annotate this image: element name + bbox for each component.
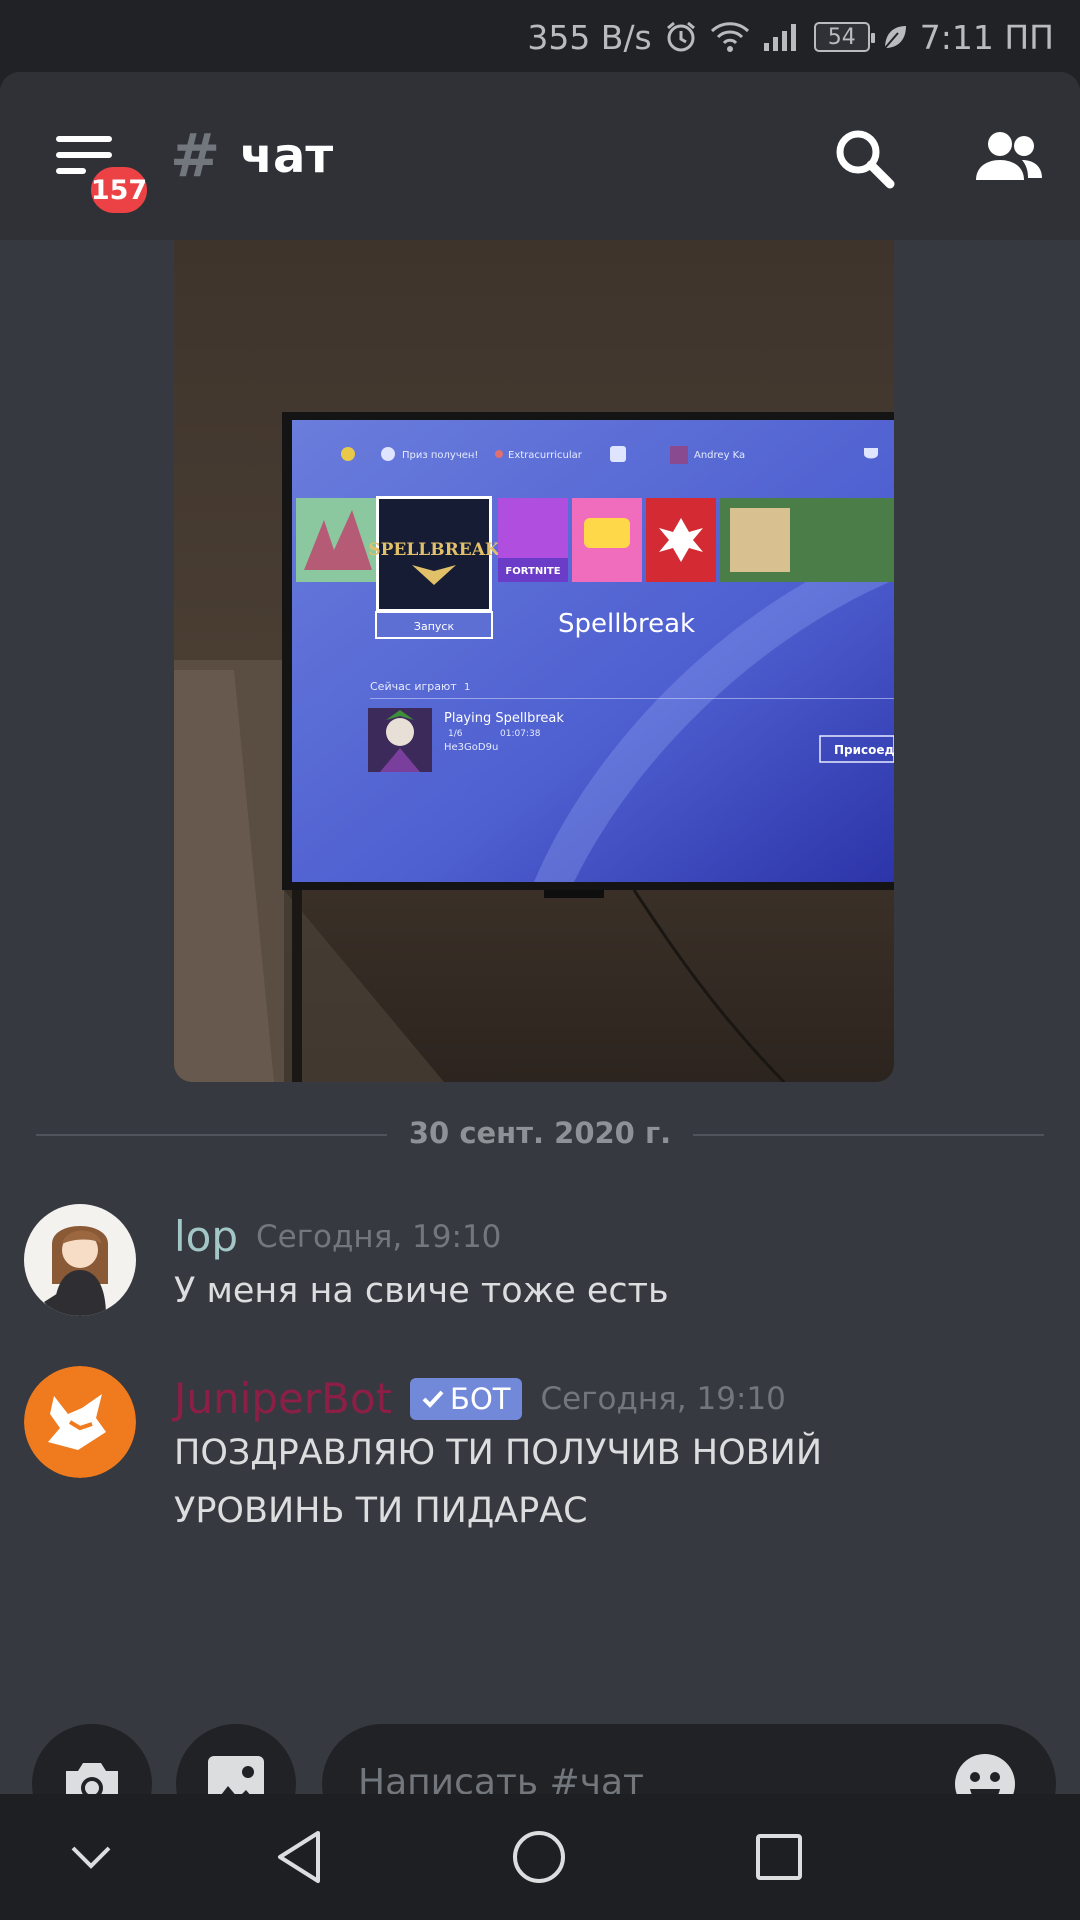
bot-tag: БОТ bbox=[410, 1377, 523, 1420]
message-header: JuniperBot БОТ Сегодня, 19:10 bbox=[174, 1374, 786, 1423]
network-speed: 355 B/s bbox=[527, 17, 652, 57]
bot-tag-label: БОТ bbox=[450, 1381, 511, 1416]
spellbreak-logo: SPELLBREAK bbox=[368, 540, 501, 560]
username[interactable]: lop bbox=[174, 1212, 238, 1261]
now-playing-label: Сейчас играют bbox=[370, 680, 457, 693]
message-text-line: ПОЗДРАВЛЯЮ ТИ ПОЛУЧИВ НОВИЙ bbox=[174, 1433, 823, 1473]
status-icons: 355 B/s 54 7:11 ПП bbox=[527, 14, 1054, 60]
username[interactable]: JuniperBot bbox=[174, 1374, 392, 1423]
fortnite-label: FORTNITE bbox=[505, 566, 560, 577]
alarm-icon bbox=[664, 20, 698, 54]
date-divider-label: 30 сент. 2020 г. bbox=[386, 1116, 694, 1150]
system-nav-bar bbox=[0, 1794, 1080, 1920]
message-item[interactable]: lop Сегодня, 19:10 У меня на свиче тоже … bbox=[24, 1204, 1064, 1324]
message-text-line: УРОВИНЬ ТИ ПИДАРАС bbox=[174, 1491, 588, 1531]
wifi-icon bbox=[710, 21, 750, 53]
message-input[interactable]: Написать #чат bbox=[322, 1724, 1056, 1794]
image-attachment[interactable]: Приз получен! Extracurricular Andrey Ka … bbox=[174, 240, 894, 1082]
join-button-label: Присоеди bbox=[834, 743, 894, 757]
chevron-down-icon[interactable] bbox=[58, 1824, 124, 1890]
search-icon[interactable] bbox=[832, 126, 896, 190]
status-bar: 355 B/s 54 7:11 ПП bbox=[0, 0, 1080, 72]
chat-screen: 157 # чат Приз получен! Extracurricular … bbox=[0, 72, 1080, 1794]
timestamp: Сегодня, 19:10 bbox=[540, 1380, 786, 1417]
emoji-icon[interactable] bbox=[954, 1753, 1016, 1794]
clock-time: 7:11 ПП bbox=[919, 17, 1054, 57]
members-icon[interactable] bbox=[972, 128, 1044, 188]
unread-badge: 157 bbox=[86, 162, 152, 218]
camera-icon bbox=[66, 1763, 118, 1794]
date-divider: 30 сент. 2020 г. bbox=[36, 1112, 1044, 1156]
channel-title: чат bbox=[240, 128, 334, 184]
tv-menu-item: Приз получен! bbox=[402, 450, 478, 461]
avatar[interactable] bbox=[24, 1204, 136, 1316]
channel-header: 157 # чат bbox=[0, 72, 1080, 240]
playing-party: 1/6 bbox=[448, 729, 463, 739]
image-icon bbox=[208, 1756, 264, 1794]
now-playing-count: 1 bbox=[464, 682, 470, 693]
playing-title: Playing Spellbreak bbox=[444, 711, 564, 726]
camera-button[interactable] bbox=[32, 1724, 152, 1794]
message-composer: Написать #чат bbox=[0, 1646, 1080, 1794]
back-icon[interactable] bbox=[266, 1824, 332, 1890]
gallery-button[interactable] bbox=[176, 1724, 296, 1794]
checkmark-icon bbox=[422, 1390, 444, 1408]
bot-avatar[interactable] bbox=[24, 1366, 136, 1478]
message-header: lop Сегодня, 19:10 bbox=[174, 1212, 501, 1261]
recents-icon[interactable] bbox=[746, 1824, 812, 1890]
channel-hash-icon: # bbox=[170, 121, 221, 191]
message-input-placeholder: Написать #чат bbox=[358, 1762, 645, 1794]
playing-user: He3GoD9u bbox=[444, 742, 498, 753]
playing-time: 01:07:38 bbox=[500, 729, 541, 739]
signal-icon bbox=[762, 21, 802, 53]
tv-menu-item: Andrey Ka bbox=[694, 450, 745, 461]
tv-menu-item: Extracurricular bbox=[508, 450, 583, 461]
message-item[interactable]: JuniperBot БОТ Сегодня, 19:10 ПОЗДРАВЛЯЮ… bbox=[24, 1366, 1064, 1546]
battery-icon: 54 bbox=[813, 22, 875, 52]
selected-game-title: Spellbreak bbox=[558, 609, 695, 639]
timestamp: Сегодня, 19:10 bbox=[256, 1218, 502, 1255]
message-text: У меня на свиче тоже есть bbox=[174, 1271, 669, 1311]
launch-label: Запуск bbox=[414, 620, 455, 633]
leaf-icon bbox=[882, 23, 908, 51]
home-icon[interactable] bbox=[506, 1824, 572, 1890]
